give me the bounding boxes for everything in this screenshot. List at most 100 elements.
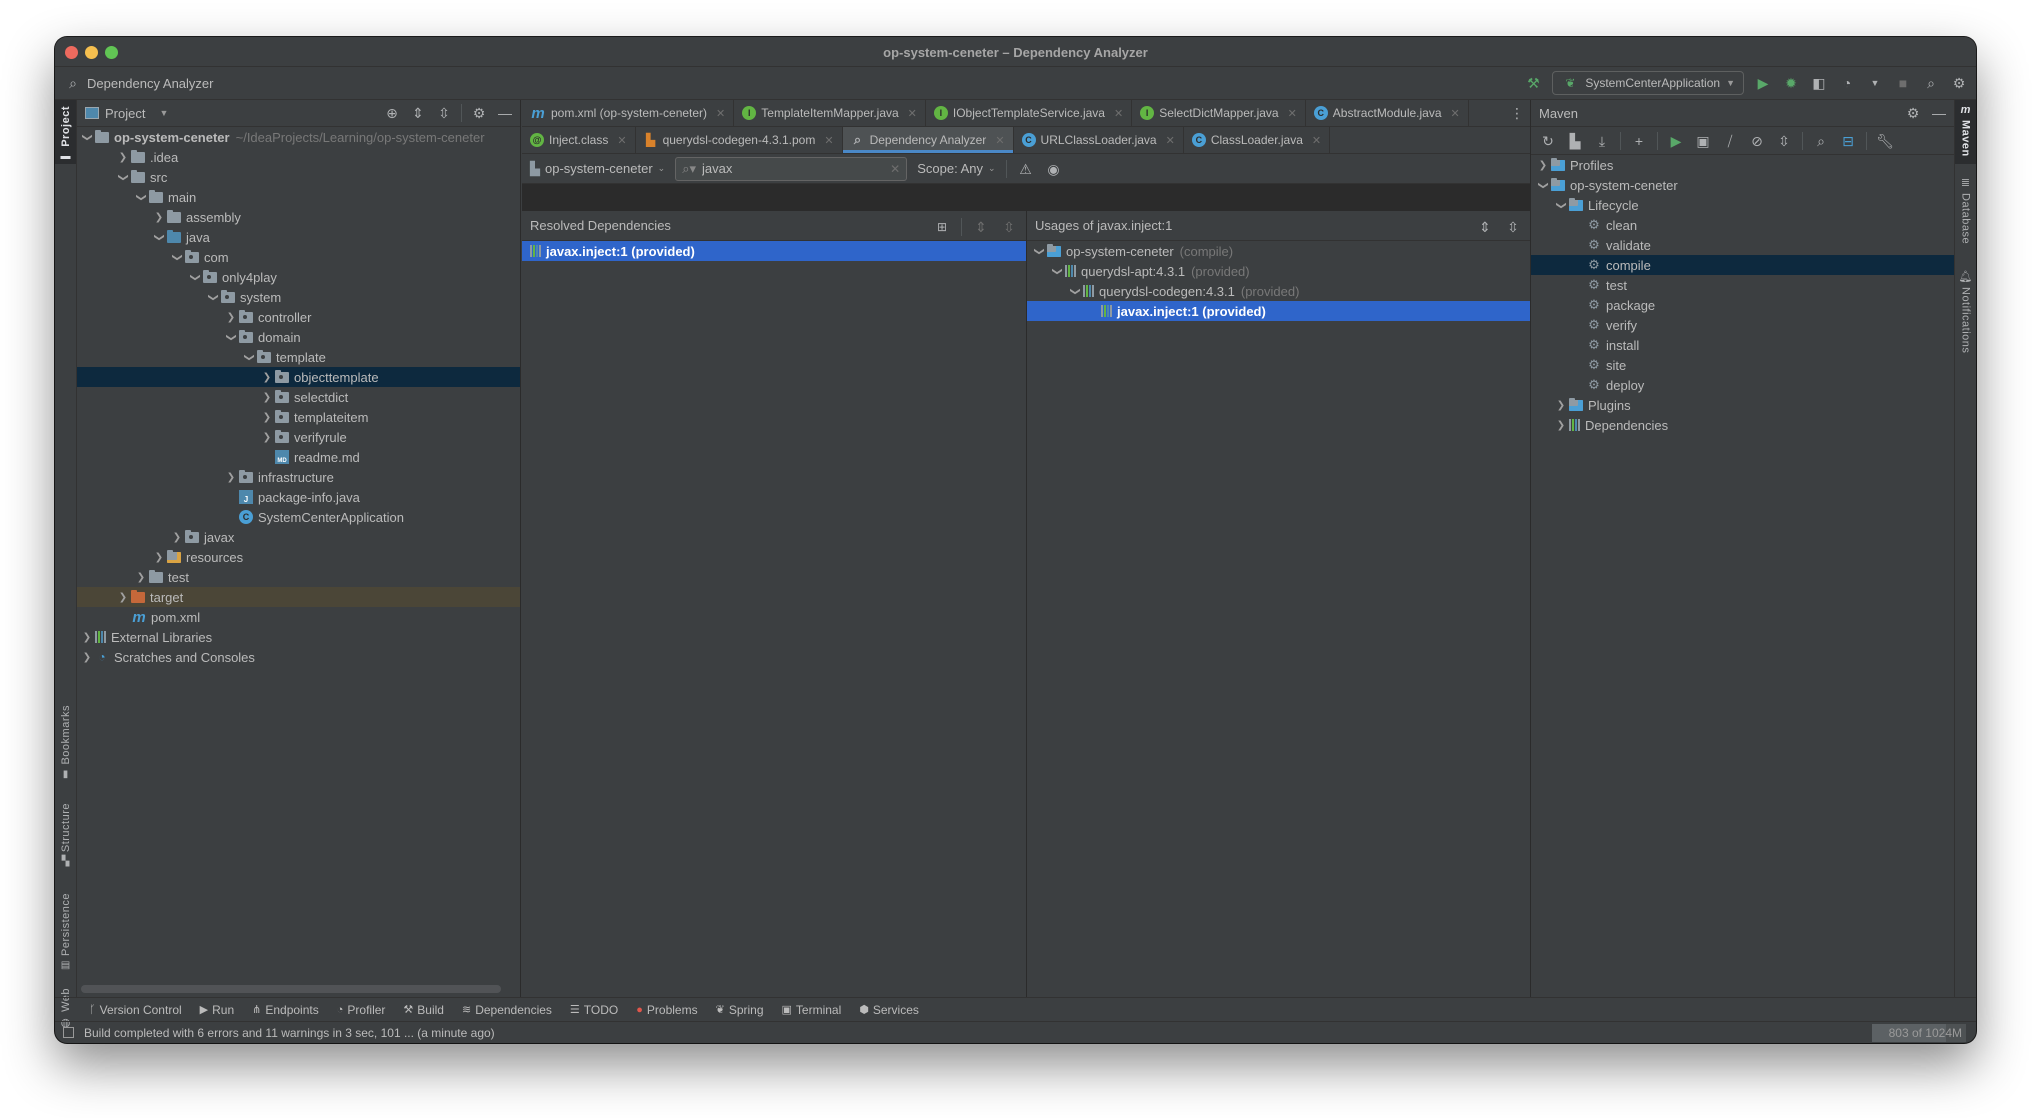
tree-item[interactable]: ❯ only4play	[77, 267, 520, 287]
run-configuration-selector[interactable]: ❦ SystemCenterApplication ▼	[1552, 71, 1744, 95]
chevron-down-icon[interactable]: ❯	[118, 169, 129, 185]
tree-item[interactable]: ❯ controller	[77, 307, 520, 327]
tree-item[interactable]: ❯ assembly	[77, 207, 520, 227]
toolwindow-button[interactable]: ◔ Profiler	[337, 1003, 386, 1017]
tree-item[interactable]: ❯ system	[77, 287, 520, 307]
editor-tab[interactable]: @ Inject.class ✕	[522, 127, 636, 153]
dependency-search-field[interactable]: ⌕▾ ✕	[675, 156, 908, 181]
tree-item[interactable]: ❯ selectdict	[77, 387, 520, 407]
tree-item[interactable]: ❯ .idea	[77, 147, 520, 167]
maven-tree-item[interactable]: ❯ op-system-ceneter	[1531, 175, 1954, 195]
toggle-tool-windows-icon[interactable]	[63, 1027, 74, 1038]
close-tab-icon[interactable]: ✕	[1166, 134, 1175, 147]
breadcrumb[interactable]: ⌕ Dependency Analyzer	[55, 74, 213, 92]
toolwindow-button[interactable]: ≋ Dependencies	[462, 1003, 552, 1017]
tree-item[interactable]: ❯ target	[77, 587, 520, 607]
chevron-right-icon[interactable]: ❯	[259, 392, 275, 403]
editor-tab[interactable]: ▙ querydsl-codegen-4.3.1.pom ✕	[636, 127, 843, 153]
show-conflicts-warning-icon[interactable]: ⚠	[1017, 160, 1035, 178]
chevron-down-icon[interactable]: ❯	[154, 229, 165, 245]
run-icon[interactable]: ▶	[1754, 74, 1772, 92]
chevron-right-icon[interactable]: ❯	[223, 312, 239, 323]
chevron-right-icon[interactable]: ❯	[115, 592, 131, 603]
build-hammer-icon[interactable]: ⚒	[1524, 74, 1542, 92]
view-options-eye-icon[interactable]: ◉	[1045, 160, 1063, 178]
execute-goal-icon[interactable]: ▣	[1694, 132, 1712, 150]
clear-search-icon[interactable]: ✕	[890, 162, 900, 176]
tree-item[interactable]: ❯ domain	[77, 327, 520, 347]
usage-item[interactable]: ❯ op-system-ceneter (compile)	[1027, 241, 1530, 261]
chevron-down-icon[interactable]: ❯	[226, 329, 237, 345]
toggle-offline-icon[interactable]: ⧸	[1721, 132, 1739, 150]
toolwindow-button[interactable]: ⬢ Services	[859, 1003, 919, 1017]
stripe-notifications[interactable]: 🔔︎ Notifications	[1955, 270, 1976, 353]
maven-tree-item[interactable]: ❯ Dependencies	[1531, 415, 1954, 435]
chevron-right-icon[interactable]: ❯	[259, 432, 275, 443]
horizontal-scrollbar[interactable]	[81, 985, 501, 993]
maven-tree-item[interactable]: ⚙ test	[1531, 275, 1954, 295]
chevron-right-icon[interactable]: ❯	[169, 532, 185, 543]
usage-item[interactable]: ❯ querydsl-codegen:4.3.1 (provided)	[1027, 281, 1530, 301]
editor-tab[interactable]: m pom.xml (op-system-ceneter) ✕	[522, 100, 735, 126]
hide-panel-icon[interactable]: —	[496, 104, 514, 122]
stop-icon[interactable]: ■	[1894, 74, 1912, 92]
resolved-dependency-item[interactable]: javax.inject:1 (provided)	[522, 241, 1026, 261]
expand-all-icon[interactable]: ⇕	[409, 104, 427, 122]
editor-tab[interactable]: I TemplateItemMapper.java ✕	[734, 100, 926, 126]
chevron-down-icon[interactable]: ❯	[190, 269, 201, 285]
editor-tab[interactable]: C AbstractModule.java ✕	[1306, 100, 1469, 126]
tree-item[interactable]: MD readme.md	[77, 447, 520, 467]
profile-icon[interactable]: ◔	[1838, 74, 1856, 92]
toolwindow-button[interactable]: ❦ Spring	[716, 1003, 764, 1017]
project-view-selector[interactable]: Project	[105, 106, 145, 121]
maven-tree-item[interactable]: ⚙ clean	[1531, 215, 1954, 235]
stripe-bookmarks[interactable]: Bookmarks ▮	[55, 705, 76, 780]
tree-item[interactable]: ❯ main	[77, 187, 520, 207]
chevron-down-icon[interactable]: ❯	[172, 249, 183, 265]
group-by-icon[interactable]: ⊞	[933, 218, 951, 236]
skip-tests-icon[interactable]: ⊘	[1748, 132, 1766, 150]
maven-tree-item[interactable]: ⚙ package	[1531, 295, 1954, 315]
tree-item[interactable]: ❯ External Libraries	[77, 627, 520, 647]
stripe-project[interactable]: Project ▬	[55, 100, 76, 164]
chevron-right-icon[interactable]: ❯	[79, 632, 95, 643]
settings-gear-icon[interactable]: ⚙	[470, 104, 488, 122]
close-tab-icon[interactable]: ✕	[617, 134, 626, 147]
chevron-down-icon[interactable]: ❯	[1538, 177, 1549, 193]
tree-item[interactable]: ❯ template	[77, 347, 520, 367]
module-selector[interactable]: ▙ op-system-ceneter ⌄	[530, 161, 665, 177]
close-tab-icon[interactable]: ✕	[716, 107, 725, 120]
tree-item[interactable]: C SystemCenterApplication	[77, 507, 520, 527]
toolwindow-button[interactable]: ▣ Terminal	[782, 1003, 842, 1017]
chevron-down-icon[interactable]: ❯	[136, 189, 147, 205]
close-tab-icon[interactable]: ✕	[908, 107, 917, 120]
maven-tree-item[interactable]: ⚙ validate	[1531, 235, 1954, 255]
chevron-right-icon[interactable]: ❯	[1553, 400, 1569, 411]
wrench-icon[interactable]: 🔧︎	[1876, 132, 1894, 150]
chevron-down-icon[interactable]: ❯	[1052, 263, 1063, 279]
chevron-down-icon[interactable]: ❯	[244, 349, 255, 365]
editor-tab[interactable]: I SelectDictMapper.java ✕	[1132, 100, 1306, 126]
download-icon[interactable]: ⤓	[1593, 132, 1611, 150]
more-tabs-icon[interactable]: ⋮	[1510, 105, 1524, 122]
chevron-right-icon[interactable]: ❯	[115, 152, 131, 163]
maven-tree-item[interactable]: ❯ Profiles	[1531, 155, 1954, 175]
maven-tree-item[interactable]: ⚙ deploy	[1531, 375, 1954, 395]
close-tab-icon[interactable]: ✕	[824, 134, 833, 147]
tree-item[interactable]: ❯ test	[77, 567, 520, 587]
settings-gear-icon[interactable]: ⚙	[1950, 74, 1968, 92]
collapse-all-icon[interactable]: ⇳	[435, 104, 453, 122]
chevron-right-icon[interactable]: ❯	[259, 412, 275, 423]
close-tab-icon[interactable]: ✕	[1288, 107, 1297, 120]
hide-panel-icon[interactable]: —	[1930, 104, 1948, 122]
chevron-right-icon[interactable]: ❯	[259, 372, 275, 383]
run-icon[interactable]: ▶	[1667, 132, 1685, 150]
toolwindow-button[interactable]: ⚒ Build	[403, 1003, 444, 1017]
maven-tree-item[interactable]: ⚙ site	[1531, 355, 1954, 375]
memory-indicator[interactable]: 803 of 1024M	[1872, 1024, 1966, 1042]
chevron-right-icon[interactable]: ❯	[151, 552, 167, 563]
chevron-right-icon[interactable]: ❯	[223, 472, 239, 483]
locate-file-icon[interactable]: ⊕	[383, 104, 401, 122]
tree-item[interactable]: ❯ resources	[77, 547, 520, 567]
chevron-right-icon[interactable]: ❯	[1553, 420, 1569, 431]
